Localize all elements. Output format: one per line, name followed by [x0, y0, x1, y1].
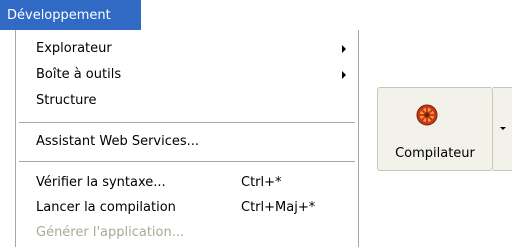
menu-item-structure[interactable]: Structure: [16, 90, 358, 113]
chevron-down-icon: [500, 127, 506, 130]
menu-item-explorateur[interactable]: Explorateur: [16, 38, 358, 61]
menu-title-developpement[interactable]: Développement: [0, 0, 141, 30]
menu-item-label: Explorateur: [36, 41, 112, 56]
menu-item-label: Boîte à outils: [36, 67, 122, 82]
compiler-icon: [416, 104, 438, 126]
compile-button-label: Compilateur: [395, 146, 475, 161]
menu-item-lancer-compilation[interactable]: Lancer la compilation Ctrl+Maj+*: [16, 197, 358, 220]
compile-button[interactable]: Compilateur: [377, 87, 493, 171]
compile-dropdown-button[interactable]: [493, 87, 512, 171]
submenu-arrow-icon: [342, 45, 346, 53]
menu-item-label: Vérifier la syntaxe...: [36, 175, 166, 190]
menu-title-label: Développement: [7, 8, 111, 23]
submenu-arrow-icon: [342, 71, 346, 79]
dropdown-menu: Explorateur Boîte à outils Structure Ass…: [15, 30, 359, 247]
menu-item-boite-a-outils[interactable]: Boîte à outils: [16, 64, 358, 87]
menu-item-generer-application[interactable]: Générer l'application...: [16, 222, 358, 245]
menu-item-label: Structure: [36, 93, 97, 108]
menu-item-label: Générer l'application...: [36, 225, 185, 240]
menu-item-verifier-syntaxe[interactable]: Vérifier la syntaxe... Ctrl+*: [16, 172, 358, 195]
menu-item-shortcut: Ctrl+Maj+*: [241, 200, 316, 215]
menu-item-assistant-web-services[interactable]: Assistant Web Services...: [16, 131, 358, 154]
menu-item-label: Lancer la compilation: [36, 200, 176, 215]
menu-item-label: Assistant Web Services...: [36, 134, 200, 149]
menu-separator: [19, 161, 355, 162]
menu-separator: [19, 122, 355, 123]
menu-item-shortcut: Ctrl+*: [241, 175, 282, 190]
